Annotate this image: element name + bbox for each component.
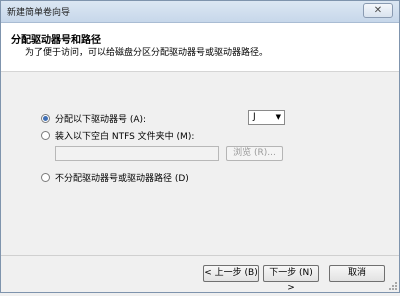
browse-button[interactable]: 浏览 (R)... (226, 146, 283, 161)
back-button[interactable]: < 上一步 (B) (203, 265, 259, 282)
radio-button-checked[interactable] (41, 113, 50, 123)
close-button[interactable]: ✕ (363, 3, 393, 18)
radio-assign-letter-label: 分配以下驱动器号 (A): (55, 114, 147, 125)
radio-mount-folder[interactable]: 装入以下空白 NTFS 文件夹中 (M): (41, 128, 194, 142)
folder-path-input[interactable] (55, 146, 219, 161)
wizard-footer: < 上一步 (B) 下一步 (N) > 取消 (1, 256, 399, 293)
close-icon: ✕ (373, 5, 383, 16)
window-title: 新建简单卷向导 (7, 8, 71, 18)
drive-letter-value: J (253, 112, 256, 122)
radio-no-assign-label: 不分配驱动器号或驱动器路径 (D) (55, 173, 189, 184)
radio-button[interactable] (41, 172, 50, 182)
wizard-header: 分配驱动器号和路径 为了便于访问，可以给磁盘分区分配驱动器号或驱动器路径。 (1, 23, 399, 72)
radio-no-assign[interactable]: 不分配驱动器号或驱动器路径 (D) (41, 170, 189, 184)
cancel-button[interactable]: 取消 (329, 265, 385, 282)
title-bar: 新建简单卷向导 ✕ (1, 1, 399, 23)
page-title: 分配驱动器号和路径 (11, 35, 101, 46)
next-button[interactable]: 下一步 (N) > (263, 265, 319, 293)
wizard-window: 新建简单卷向导 ✕ 分配驱动器号和路径 为了便于访问，可以给磁盘分区分配驱动器号… (0, 0, 400, 293)
radio-button[interactable] (41, 130, 50, 140)
drive-letter-select[interactable]: J ▼ (248, 110, 285, 125)
page-subtitle: 为了便于访问，可以给磁盘分区分配驱动器号或驱动器路径。 (25, 48, 269, 58)
wizard-content: 分配以下驱动器号 (A): J ▼ 装入以下空白 NTFS 文件夹中 (M): … (1, 72, 399, 255)
radio-mount-folder-label: 装入以下空白 NTFS 文件夹中 (M): (55, 131, 195, 142)
chevron-down-icon: ▼ (275, 113, 281, 121)
radio-assign-letter[interactable]: 分配以下驱动器号 (A): (41, 111, 146, 125)
resize-grip-icon[interactable] (387, 280, 397, 290)
